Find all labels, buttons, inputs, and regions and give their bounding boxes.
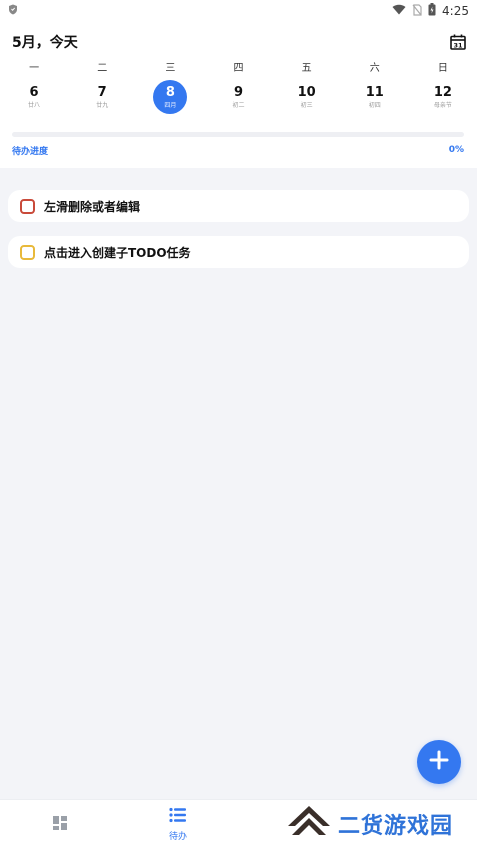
- watermark-logo-icon: [286, 804, 332, 844]
- task-checkbox[interactable]: [20, 244, 35, 260]
- nav-todo[interactable]: 待办: [143, 800, 213, 848]
- lunar-date: 初二: [232, 101, 245, 109]
- no-sim-icon: [412, 3, 422, 19]
- plus-icon: [429, 750, 449, 774]
- day-column[interactable]: 三 8 四月: [136, 60, 204, 120]
- task-item[interactable]: 点击进入创建子TODO任务: [8, 236, 469, 268]
- status-bar: 4:25: [0, 0, 477, 22]
- lunar-date: 母亲节: [433, 101, 452, 109]
- day-column[interactable]: 六 11 初四: [341, 60, 409, 120]
- day-column[interactable]: 五 10 初三: [273, 60, 341, 120]
- lunar-date: 四月: [164, 101, 177, 109]
- selected-date[interactable]: 8 四月: [153, 80, 188, 114]
- calendar-header: 5月，今天 31 一 6 廿八 二 7 廿九 三 8 四月 四 9 初二 五 10 初三 六 11 初四 日 12 母亲…: [0, 22, 477, 168]
- watermark: 二货游戏园: [278, 800, 477, 848]
- list-icon: [169, 807, 187, 827]
- date-number: 11: [365, 84, 384, 100]
- day-column[interactable]: 四 9 初二: [204, 60, 272, 120]
- date-cell[interactable]: 6 廿八: [17, 80, 51, 114]
- weekday-label: 三: [165, 63, 176, 74]
- weekday-label: 日: [437, 63, 448, 74]
- lunar-date: 廿九: [96, 101, 109, 109]
- wifi-icon: [392, 4, 406, 18]
- weekday-label: 二: [97, 63, 108, 74]
- date-cell[interactable]: 7 廿九: [85, 80, 119, 114]
- month-title: 5月，今天: [12, 35, 78, 51]
- task-text: 点击进入创建子TODO任务: [44, 245, 191, 260]
- calendar-icon[interactable]: 31: [449, 33, 467, 51]
- lunar-date: 初四: [368, 101, 381, 109]
- add-task-button[interactable]: [417, 740, 461, 784]
- task-checkbox[interactable]: [20, 198, 35, 214]
- day-column[interactable]: 日 12 母亲节: [409, 60, 477, 120]
- title-row: 5月，今天 31: [12, 31, 467, 53]
- lunar-date: 初三: [300, 101, 313, 109]
- date-cell[interactable]: 12 母亲节: [426, 80, 460, 114]
- week-strip: 一 6 廿八 二 7 廿九 三 8 四月 四 9 初二 五 10 初三 六 11 初四 日 12 母亲节: [0, 60, 477, 120]
- status-time: 4:25: [442, 4, 469, 18]
- weekday-label: 四: [233, 63, 244, 74]
- day-column[interactable]: 二 7 廿九: [68, 60, 136, 120]
- dashboard-icon: [52, 815, 68, 835]
- date-number: 8: [165, 84, 175, 100]
- date-cell[interactable]: 11 初四: [358, 80, 392, 114]
- day-column[interactable]: 一 6 廿八: [0, 60, 68, 120]
- date-number: 10: [297, 84, 316, 100]
- date-cell[interactable]: 10 初三: [290, 80, 324, 114]
- progress-row: 待办进度 0%: [12, 143, 464, 157]
- svg-text:31: 31: [453, 42, 463, 50]
- progress-bar: [12, 132, 464, 137]
- progress-label: 待办进度: [12, 146, 49, 157]
- nav-todo-label: 待办: [168, 832, 187, 842]
- date-number: 12: [433, 84, 452, 100]
- task-item[interactable]: 左滑删除或者编辑: [8, 190, 469, 222]
- progress-percent: 0%: [448, 145, 464, 155]
- date-number: 6: [29, 84, 39, 100]
- weekday-label: 六: [369, 63, 380, 74]
- weekday-label: 五: [301, 63, 312, 74]
- watermark-text: 二货游戏园: [338, 814, 454, 839]
- task-text: 左滑删除或者编辑: [44, 199, 141, 214]
- date-number: 9: [233, 84, 243, 100]
- shield-icon: [8, 4, 18, 18]
- battery-icon: [428, 3, 436, 19]
- date-number: 7: [97, 84, 107, 100]
- date-cell[interactable]: 9 初二: [221, 80, 255, 114]
- nav-dashboard[interactable]: [25, 800, 95, 848]
- weekday-label: 一: [29, 63, 40, 74]
- lunar-date: 廿八: [28, 101, 41, 109]
